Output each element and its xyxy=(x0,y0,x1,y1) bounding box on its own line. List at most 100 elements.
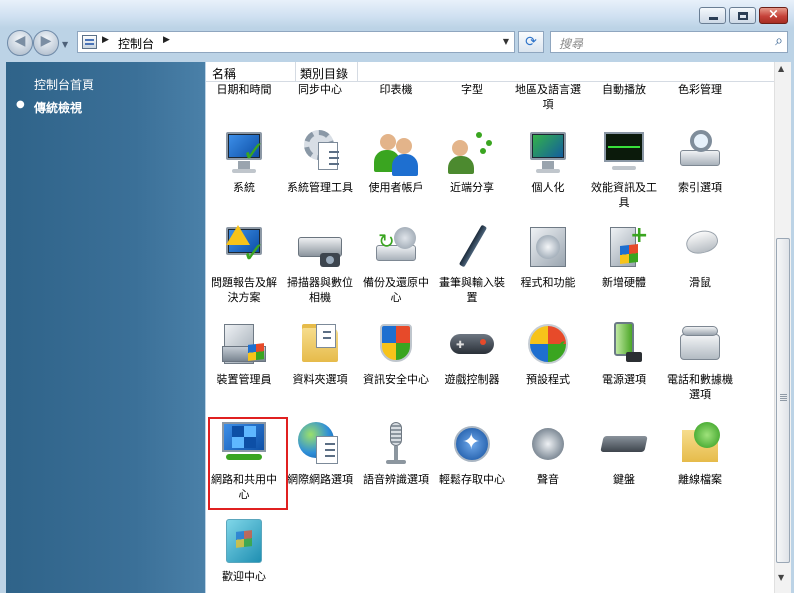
item-label: 索引選項 xyxy=(678,181,722,194)
scroll-up-icon[interactable]: ▲ xyxy=(778,64,784,73)
item-device-manager[interactable]: 裝置管理員 xyxy=(206,320,282,387)
scroll-thumb[interactable] xyxy=(776,238,790,563)
item-phone-modem[interactable]: 電話和數據機選項 xyxy=(662,320,738,402)
scroll-down-icon[interactable]: ▼ xyxy=(778,573,784,582)
vertical-scrollbar[interactable]: ▲ ▼ xyxy=(774,62,791,593)
phone-modem-icon xyxy=(676,320,724,368)
address-bar[interactable]: ▶ 控制台 ▶ ▼ xyxy=(77,31,515,53)
item-people-near-me[interactable]: 近端分享 xyxy=(434,128,510,195)
item-security-center[interactable]: 資訊安全中心 xyxy=(358,320,434,387)
item-folder-options[interactable]: 資料夾選項 xyxy=(282,320,358,387)
search-icon[interactable]: ⌕ xyxy=(775,33,783,49)
item-mouse[interactable]: 滑鼠 xyxy=(662,223,738,290)
close-button[interactable]: × xyxy=(759,7,788,24)
recent-pages-dropdown[interactable]: ▼ xyxy=(62,40,68,49)
item-label: 裝置管理員 xyxy=(216,373,272,386)
item-pen-input[interactable]: 畫筆與輸入裝置 xyxy=(434,223,510,305)
column-name[interactable]: 名稱 xyxy=(212,65,236,82)
administrative-tools-icon xyxy=(296,128,344,176)
item-label: 近端分享 xyxy=(450,181,494,194)
grip-icon xyxy=(780,394,787,401)
ease-of-access-icon: ✦ xyxy=(448,420,496,468)
item-internet-options[interactable]: 網際網路選項 xyxy=(282,420,358,487)
item-welcome-center[interactable]: 歡迎中心 xyxy=(206,517,282,584)
item-offline-files[interactable]: 離線檔案 xyxy=(662,420,738,487)
default-programs-icon: ✓ xyxy=(524,320,572,368)
microphone-icon xyxy=(372,420,420,468)
add-hardware-icon: + xyxy=(600,223,648,271)
item-label: 效能資訊及工具 xyxy=(591,181,657,209)
item-backup-restore[interactable]: ↻ 備份及還原中心 xyxy=(358,223,434,305)
item-label: 色彩管理 xyxy=(678,83,722,96)
item-sound[interactable]: 聲音 xyxy=(510,420,586,487)
item-scanners-cameras[interactable]: 掃描器與數位相機 xyxy=(282,223,358,305)
column-divider[interactable] xyxy=(295,62,296,82)
item-label: 日期和時間 xyxy=(216,83,272,96)
item-label: 資料夾選項 xyxy=(292,373,348,386)
item-game-controllers[interactable]: ✚ 遊戲控制器 xyxy=(434,320,510,387)
item-label: 程式和功能 xyxy=(520,276,576,289)
item-sync-center[interactable]: 同步中心 xyxy=(282,82,358,97)
refresh-icon: ⟳ xyxy=(525,34,537,50)
highlight-box xyxy=(208,417,288,510)
system-icon: ✓ xyxy=(220,128,268,176)
refresh-button[interactable]: ⟳ xyxy=(518,31,544,53)
maximize-button[interactable] xyxy=(729,7,756,24)
item-region-language[interactable]: 地區及語言選項 xyxy=(510,82,586,112)
control-panel-icon xyxy=(82,35,97,49)
item-programs-features[interactable]: 程式和功能 xyxy=(510,223,586,290)
column-divider[interactable] xyxy=(357,62,358,82)
search-input[interactable]: 搜尋 ⌕ xyxy=(550,31,788,53)
pen-input-icon xyxy=(448,223,496,271)
backup-restore-icon: ↻ xyxy=(372,223,420,271)
item-color-management[interactable]: 色彩管理 xyxy=(662,82,738,97)
minimize-icon xyxy=(709,17,718,20)
item-indexing-options[interactable]: 索引選項 xyxy=(662,128,738,195)
item-power-options[interactable]: 電源選項 xyxy=(586,320,662,387)
item-system[interactable]: ✓ 系統 xyxy=(206,128,282,195)
forward-button[interactable]: ▶ xyxy=(33,30,59,56)
item-ease-of-access[interactable]: ✦ 輕鬆存取中心 xyxy=(434,420,510,487)
classic-view-link[interactable]: 傳統檢視 xyxy=(34,99,82,116)
breadcrumb-separator-icon[interactable]: ▶ xyxy=(102,35,109,45)
item-problem-reports[interactable]: ✓ 問題報告及解決方案 xyxy=(206,223,282,305)
scanner-camera-icon xyxy=(296,223,344,271)
power-battery-icon xyxy=(600,320,648,368)
internet-globe-icon xyxy=(296,420,344,468)
item-date-time[interactable]: 日期和時間 xyxy=(206,82,282,97)
item-label: 遊戲控制器 xyxy=(444,373,500,386)
control-panel-home-link[interactable]: 控制台首頁 xyxy=(34,76,94,93)
item-label: 同步中心 xyxy=(298,83,342,96)
item-label: 網際網路選項 xyxy=(287,473,353,486)
item-label: 備份及還原中心 xyxy=(363,276,429,304)
item-label: 滑鼠 xyxy=(689,276,711,289)
item-performance[interactable]: 效能資訊及工具 xyxy=(586,128,662,210)
keyboard-icon xyxy=(600,420,648,468)
item-label: 系統 xyxy=(233,181,255,194)
item-label: 系統管理工具 xyxy=(287,181,353,194)
sort-arrow-icon: ^ xyxy=(246,62,254,69)
item-admin-tools[interactable]: 系統管理工具 xyxy=(282,128,358,195)
item-keyboard[interactable]: 鍵盤 xyxy=(586,420,662,487)
gamepad-icon: ✚ xyxy=(448,320,496,368)
item-add-hardware[interactable]: + 新增硬體 xyxy=(586,223,662,290)
close-icon: × xyxy=(768,7,779,22)
item-printers[interactable]: 印表機 xyxy=(358,82,434,97)
problem-reports-icon: ✓ xyxy=(220,223,268,271)
item-speech-recognition[interactable]: 語音辨識選項 xyxy=(358,420,434,487)
speaker-icon xyxy=(524,420,572,468)
item-autoplay[interactable]: 自動播放 xyxy=(586,82,662,97)
address-dropdown-icon[interactable]: ▼ xyxy=(503,37,509,46)
column-category[interactable]: 類別目錄 xyxy=(300,65,348,82)
item-label: 字型 xyxy=(461,83,483,96)
item-label: 掃描器與數位相機 xyxy=(287,276,353,304)
breadcrumb-chevron-icon[interactable]: ▶ xyxy=(163,35,170,45)
item-personalization[interactable]: 個人化 xyxy=(510,128,586,195)
item-fonts[interactable]: 字型 xyxy=(434,82,510,97)
item-user-accounts[interactable]: 使用者帳戶 xyxy=(358,128,434,195)
back-button[interactable]: ◀ xyxy=(7,30,33,56)
offline-files-icon xyxy=(676,420,724,468)
breadcrumb-control-panel[interactable]: 控制台 xyxy=(118,35,154,52)
minimize-button[interactable] xyxy=(699,7,726,24)
item-default-programs[interactable]: ✓ 預設程式 xyxy=(510,320,586,387)
